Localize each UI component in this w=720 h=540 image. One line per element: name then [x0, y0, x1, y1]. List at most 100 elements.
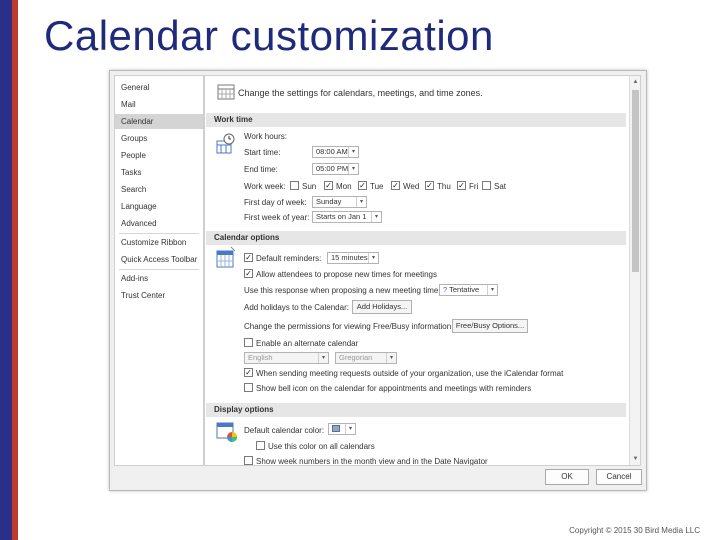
nav-item-groups[interactable]: Groups	[115, 131, 203, 146]
alt-calendar-checkbox[interactable]	[244, 338, 253, 347]
section-display-options: Display options	[206, 403, 626, 417]
chevron-down-icon: ▾	[386, 353, 396, 363]
add-holidays-label: Add holidays to the Calendar:	[244, 303, 349, 312]
bell-icon-label: Show bell icon on the calendar for appoi…	[256, 384, 532, 393]
nav-item-customize-ribbon[interactable]: Customize Ribbon	[115, 235, 203, 250]
response-dropdown[interactable]: ? Tentative ▾	[439, 284, 498, 296]
pane-header: Change the settings for calendars, meeti…	[238, 88, 483, 98]
scroll-down-icon[interactable]: ▼	[630, 454, 640, 464]
scroll-thumb[interactable]	[632, 90, 639, 272]
calendar-settings-pane: Change the settings for calendars, meeti…	[204, 75, 641, 466]
first-week-label: First week of year:	[244, 213, 310, 222]
chevron-down-icon: ▾	[318, 353, 328, 363]
nav-item-advanced[interactable]: Advanced	[115, 216, 203, 231]
start-time-dropdown[interactable]: 08:00 AM ▾	[312, 146, 359, 158]
week-numbers-label: Show week numbers in the month view and …	[256, 457, 488, 466]
bell-icon-checkbox[interactable]	[244, 383, 253, 392]
calendar-color-icon	[332, 425, 340, 432]
day-label-thu: Thu	[437, 182, 451, 191]
content-scrollbar[interactable]: ▲ ▼	[629, 76, 640, 465]
default-color-label: Default calendar color:	[244, 426, 325, 435]
nav-item-calendar[interactable]: Calendar	[115, 114, 203, 129]
chevron-down-icon: ▾	[368, 253, 378, 263]
default-reminders-dropdown[interactable]: 15 minutes ▾	[327, 252, 379, 264]
calendar-bell-icon	[216, 246, 236, 268]
cancel-button[interactable]: Cancel	[596, 469, 642, 485]
day-checkbox-sun[interactable]	[290, 181, 299, 190]
first-week-dropdown[interactable]: Starts on Jan 1 ▾	[312, 211, 382, 223]
end-time-value: 05:00 PM	[316, 164, 349, 173]
first-day-value: Sunday	[316, 197, 342, 206]
clock-calendar-icon	[216, 133, 235, 154]
nav-item-people[interactable]: People	[115, 148, 203, 163]
default-reminders-value: 15 minutes	[331, 253, 368, 262]
first-day-dropdown[interactable]: Sunday ▾	[312, 196, 367, 208]
nav-item-language[interactable]: Language	[115, 199, 203, 214]
day-label-sat: Sat	[494, 182, 507, 191]
nav-item-quick-access-toolbar[interactable]: Quick Access Toolbar	[115, 252, 203, 267]
calendar-color-picker[interactable]: ▾	[328, 423, 356, 435]
slide-title: Calendar customization	[44, 12, 494, 59]
nav-item-general[interactable]: General	[115, 80, 203, 95]
nav-item-trust-center[interactable]: Trust Center	[115, 288, 203, 303]
options-nav: General Mail Calendar Groups People Task…	[114, 75, 204, 466]
icalendar-checkbox[interactable]: ✓	[244, 368, 253, 377]
nav-item-mail[interactable]: Mail	[115, 97, 203, 112]
icalendar-label: When sending meeting requests outside of…	[256, 369, 564, 378]
allow-propose-checkbox[interactable]: ✓	[244, 269, 253, 278]
day-checkbox-sat[interactable]	[482, 181, 491, 190]
chevron-down-icon: ▾	[348, 147, 358, 157]
add-holidays-button[interactable]: Add Holidays...	[352, 300, 412, 314]
first-day-label: First day of week:	[244, 198, 307, 207]
use-response-label: Use this response when proposing a new m…	[244, 286, 441, 295]
nav-item-search[interactable]: Search	[115, 182, 203, 197]
alt-language-value: English	[248, 353, 273, 362]
alt-type-value: Gregorian	[339, 353, 373, 362]
scroll-up-icon[interactable]: ▲	[630, 77, 640, 87]
alt-calendar-label: Enable an alternate calendar	[256, 339, 359, 348]
day-label-mon: Mon	[336, 182, 352, 191]
allow-propose-label: Allow attendees to propose new times for…	[256, 270, 437, 279]
chevron-down-icon: ▾	[356, 197, 366, 207]
calendar-color-icon	[216, 422, 237, 442]
day-label-fri: Fri	[469, 182, 479, 191]
day-label-sun: Sun	[302, 182, 317, 191]
day-checkbox-thu[interactable]: ✓	[425, 181, 434, 190]
alt-calendar-type-dropdown[interactable]: Gregorian ▾	[335, 352, 397, 364]
chevron-down-icon: ▾	[348, 164, 358, 174]
free-busy-options-button[interactable]: Free/Busy Options...	[452, 319, 528, 333]
copyright-text: Copyright © 2015 30 Bird Media LLC	[569, 526, 700, 535]
response-value: Tentative	[449, 285, 480, 294]
chevron-down-icon: ▾	[345, 424, 355, 434]
calendar-settings-icon	[217, 84, 235, 100]
default-reminders-checkbox[interactable]: ✓	[244, 253, 253, 262]
day-checkbox-mon[interactable]: ✓	[324, 181, 333, 190]
week-numbers-checkbox[interactable]	[244, 456, 253, 465]
start-time-value: 08:00 AM	[316, 147, 348, 156]
end-time-label: End time:	[244, 165, 278, 174]
section-calendar-options: Calendar options	[206, 231, 626, 245]
use-color-label: Use this color on all calendars	[268, 442, 375, 451]
day-checkbox-wed[interactable]: ✓	[391, 181, 400, 190]
permissions-label: Change the permissions for viewing Free/…	[244, 322, 454, 331]
nav-item-add-ins[interactable]: Add-ins	[115, 271, 203, 286]
chevron-down-icon: ▾	[371, 212, 381, 222]
section-work-time: Work time	[206, 113, 626, 127]
start-time-label: Start time:	[244, 148, 281, 157]
ok-button[interactable]: OK	[545, 469, 589, 485]
slide-left-bar	[0, 0, 12, 540]
alt-calendar-language-dropdown[interactable]: English ▾	[244, 352, 329, 364]
day-checkbox-fri[interactable]: ✓	[457, 181, 466, 190]
day-label-tue: Tue	[370, 182, 384, 191]
slide-left-stripe	[12, 0, 18, 540]
day-checkbox-tue[interactable]: ✓	[358, 181, 367, 190]
nav-divider	[119, 233, 199, 234]
end-time-dropdown[interactable]: 05:00 PM ▾	[312, 163, 359, 175]
nav-item-tasks[interactable]: Tasks	[115, 165, 203, 180]
first-week-value: Starts on Jan 1	[316, 212, 367, 221]
use-color-checkbox[interactable]	[256, 441, 265, 450]
work-hours-label: Work hours:	[244, 132, 287, 141]
nav-divider	[119, 269, 199, 270]
outlook-options-dialog: General Mail Calendar Groups People Task…	[109, 70, 647, 491]
default-reminders-label: Default reminders:	[256, 254, 322, 263]
